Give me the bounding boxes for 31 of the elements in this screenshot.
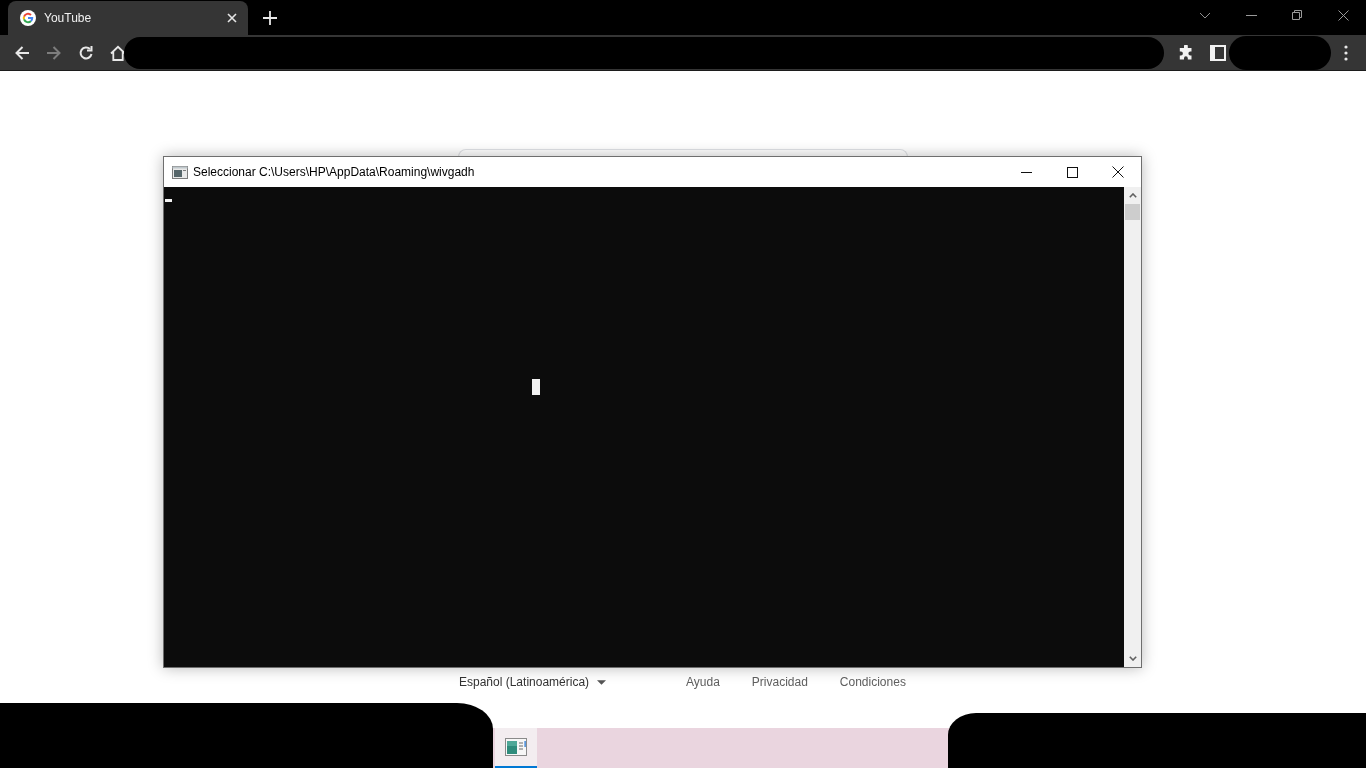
browser-tab[interactable]: YouTube xyxy=(8,1,248,35)
reload-icon[interactable] xyxy=(78,44,94,61)
window-title: Seleccionar C:\Users\HP\AppData\Roaming\wivgadh xyxy=(193,165,475,179)
footer-link[interactable]: Ayuda xyxy=(686,675,720,689)
g-logo-icon xyxy=(20,10,36,26)
side-panel-icon[interactable] xyxy=(1210,44,1226,61)
underscore-cursor xyxy=(165,199,172,202)
close-icon[interactable] xyxy=(1112,166,1124,178)
restore-icon[interactable] xyxy=(1292,10,1302,20)
back-arrow-icon[interactable] xyxy=(14,44,30,61)
minimize-icon[interactable] xyxy=(1245,14,1257,16)
plus-icon[interactable] xyxy=(263,11,277,25)
language-selector[interactable]: Español (Latinoamérica) xyxy=(459,675,605,689)
caret-icon xyxy=(597,679,607,685)
footer-link[interactable]: Condiciones xyxy=(839,675,906,689)
block-cursor xyxy=(532,379,540,395)
console-icon xyxy=(172,165,188,179)
scrollbar[interactable] xyxy=(1124,187,1141,667)
close-icon[interactable] xyxy=(1337,9,1349,21)
chevron-up-icon[interactable] xyxy=(1128,193,1137,198)
chevron-down-icon[interactable] xyxy=(1128,656,1137,661)
minimize-icon[interactable] xyxy=(1020,171,1032,173)
console-app-icon xyxy=(505,738,527,756)
scrollbar-thumb[interactable] xyxy=(1125,204,1140,220)
footer-link[interactable]: Privacidad xyxy=(751,675,808,689)
chevron-down-icon[interactable] xyxy=(1199,11,1211,19)
menu-icon[interactable] xyxy=(1344,44,1348,61)
puzzle-piece-icon[interactable] xyxy=(1178,44,1194,61)
taskbar-button[interactable] xyxy=(495,728,537,768)
home-icon[interactable] xyxy=(110,44,126,61)
maximize-icon[interactable] xyxy=(1066,166,1078,178)
